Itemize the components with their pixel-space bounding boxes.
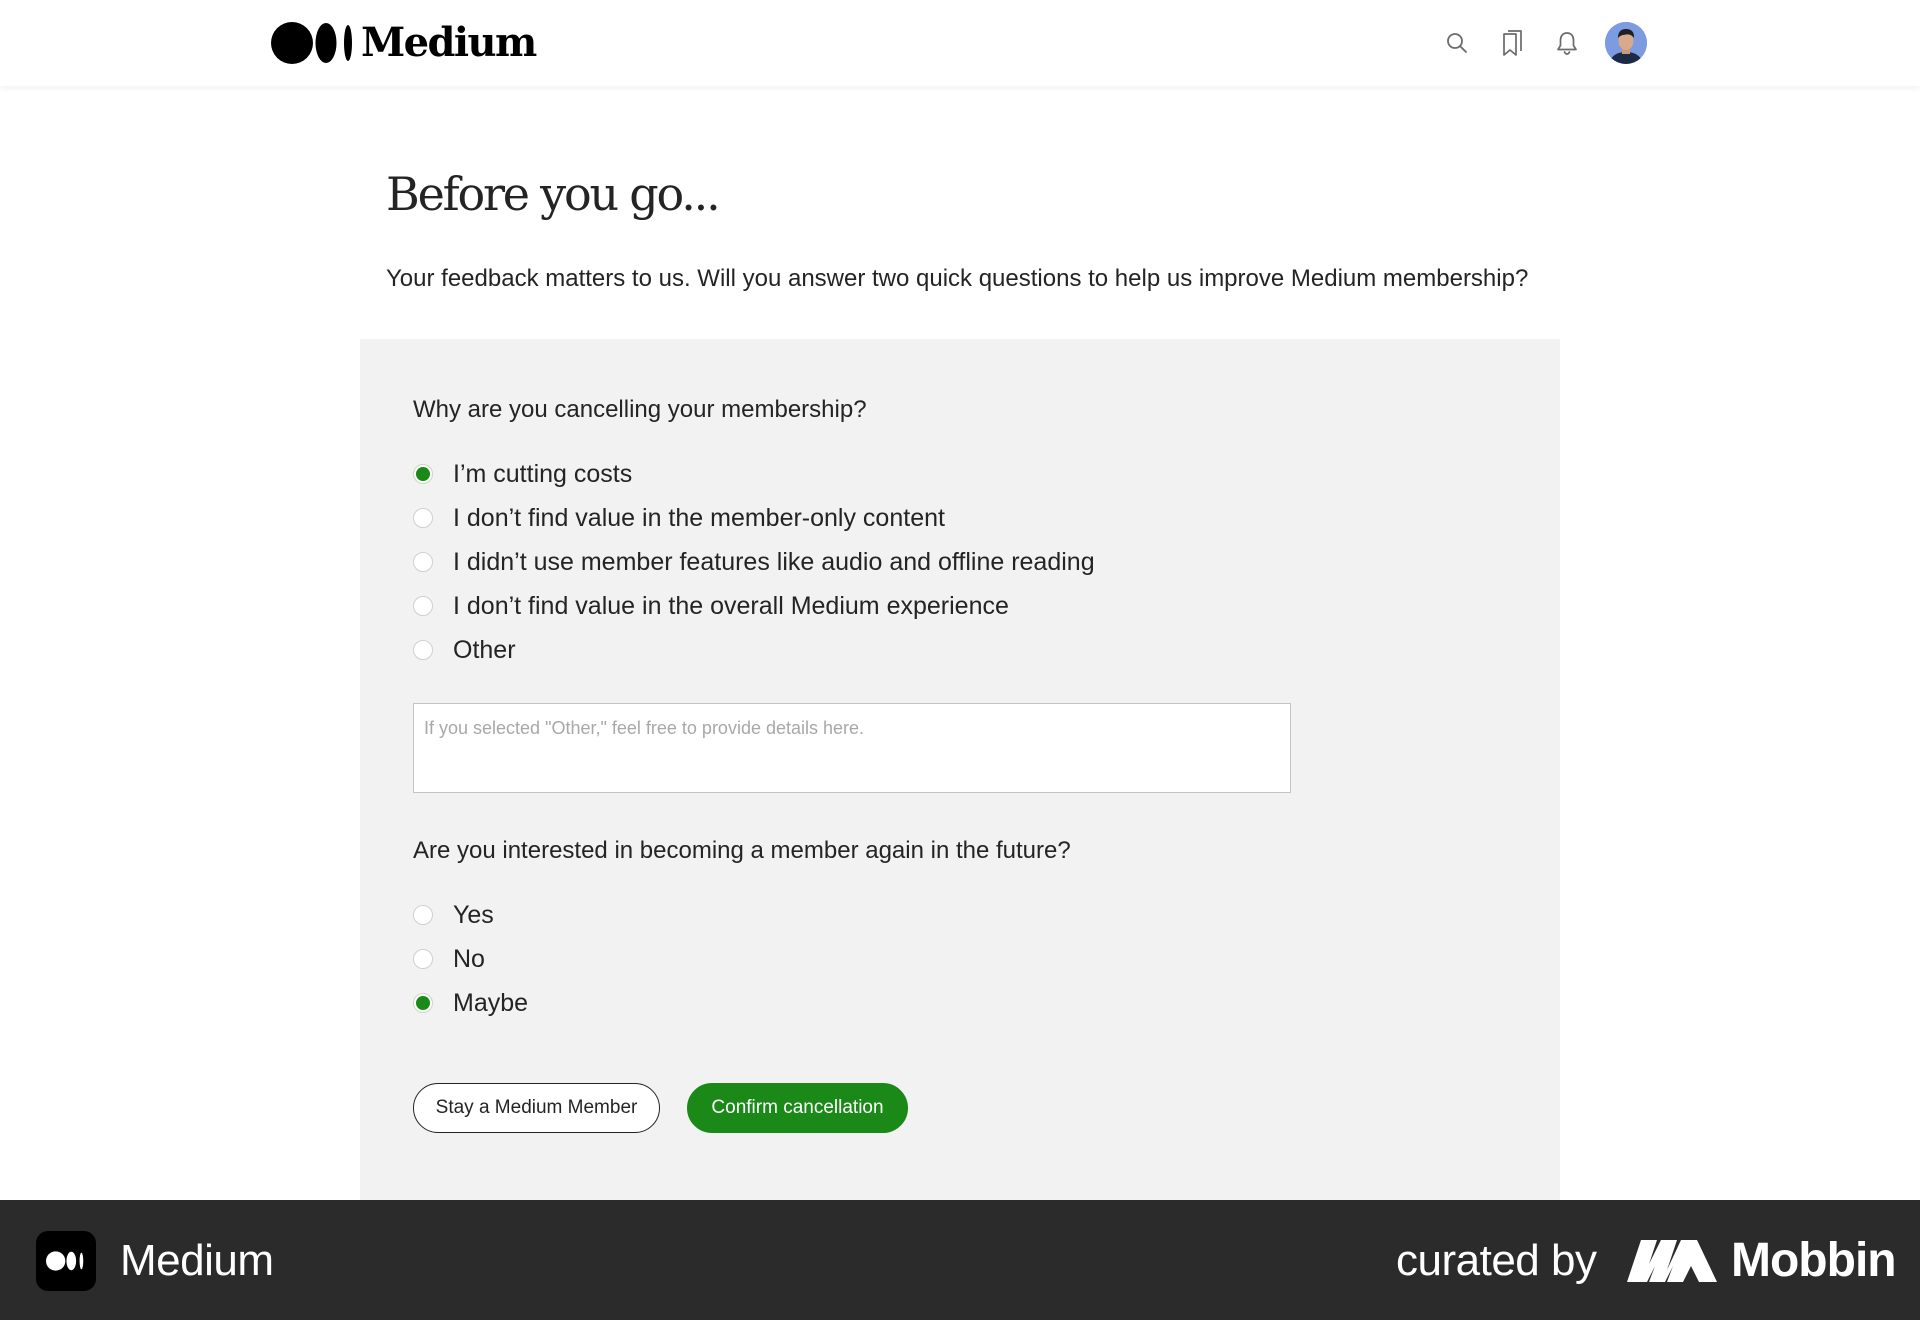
radio-button[interactable] xyxy=(413,508,433,528)
reason-option[interactable]: I didn’t use member features like audio … xyxy=(413,544,1095,580)
reading-list-button[interactable] xyxy=(1492,23,1532,63)
search-icon xyxy=(1447,33,1467,53)
search-button[interactable] xyxy=(1437,23,1477,63)
curated-by-text: curated by xyxy=(1396,1236,1597,1285)
radio-button-selected[interactable] xyxy=(413,993,433,1013)
rejoin-question: Are you interested in becoming a member … xyxy=(413,837,1071,864)
radio-button-selected[interactable] xyxy=(413,464,433,484)
radio-dot xyxy=(416,467,430,481)
notifications-button[interactable] xyxy=(1547,23,1587,63)
medium-app-icon xyxy=(36,1231,96,1291)
medium-logo[interactable]: Medium xyxy=(271,19,537,66)
medium-logo-icon xyxy=(46,1251,84,1271)
reason-option-label[interactable]: I’m cutting costs xyxy=(453,460,632,489)
brand-wordmark: Medium xyxy=(361,19,537,66)
footer-app-name: Medium xyxy=(120,1236,274,1285)
rejoin-option[interactable]: Maybe xyxy=(413,985,528,1021)
bookmarks-icon xyxy=(1503,30,1522,56)
radio-button[interactable] xyxy=(413,552,433,572)
reason-option[interactable]: I don’t find value in the member-only co… xyxy=(413,500,945,536)
curation-footer: Medium curated by Mobbin xyxy=(0,1200,1920,1320)
top-navigation-bar: Medium xyxy=(0,0,1920,86)
rejoin-option[interactable]: No xyxy=(413,941,485,977)
radio-button[interactable] xyxy=(413,905,433,925)
reason-option[interactable]: I’m cutting costs xyxy=(413,456,632,492)
rejoin-option[interactable]: Yes xyxy=(413,897,494,933)
reason-option[interactable]: Other xyxy=(413,632,516,668)
rejoin-option-label[interactable]: Maybe xyxy=(453,989,528,1018)
reason-option-label[interactable]: I didn’t use member features like audio … xyxy=(453,548,1095,577)
avatar[interactable] xyxy=(1605,22,1647,64)
radio-button[interactable] xyxy=(413,949,433,969)
intro-text: Your feedback matters to us. Will you an… xyxy=(386,265,1529,292)
user-photo-icon xyxy=(1605,22,1647,64)
other-details-field[interactable] xyxy=(413,703,1291,793)
reason-option-label[interactable]: I don’t find value in the member-only co… xyxy=(453,504,945,533)
page-title: Before you go... xyxy=(386,167,721,221)
radio-button[interactable] xyxy=(413,596,433,616)
cancel-reason-question: Why are you cancelling your membership? xyxy=(413,396,867,423)
stay-member-button[interactable]: Stay a Medium Member xyxy=(413,1083,660,1133)
radio-dot xyxy=(416,996,430,1010)
radio-button[interactable] xyxy=(413,640,433,660)
notification-bell-icon xyxy=(1557,32,1577,55)
reason-option-label[interactable]: I don’t find value in the overall Medium… xyxy=(453,592,1009,621)
medium-logo-icon xyxy=(271,22,352,64)
reason-option-label[interactable]: Other xyxy=(453,636,516,665)
rejoin-option-label[interactable]: No xyxy=(453,945,485,974)
mobbin-wordmark: Mobbin xyxy=(1731,1234,1897,1287)
reason-option[interactable]: I don’t find value in the overall Medium… xyxy=(413,588,1009,624)
confirm-cancellation-button[interactable]: Confirm cancellation xyxy=(687,1083,908,1133)
mobbin-logo-icon xyxy=(1627,1240,1717,1282)
rejoin-option-label[interactable]: Yes xyxy=(453,901,494,930)
